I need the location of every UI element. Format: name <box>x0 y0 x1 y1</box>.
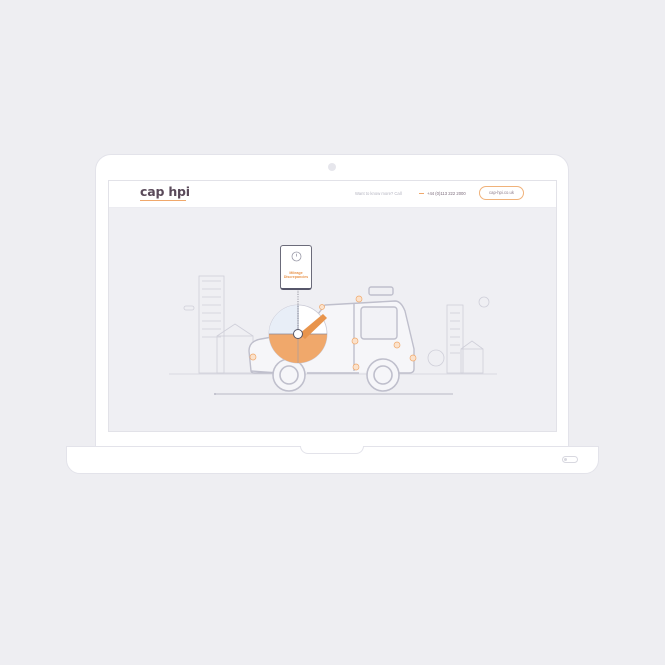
car-illustration <box>169 275 497 395</box>
city-skyline-right <box>427 296 490 374</box>
card-label: Mileage Discrepancies <box>281 271 311 280</box>
clock-icon <box>291 251 302 262</box>
webcam-icon <box>328 163 336 171</box>
switch-icon <box>562 456 578 463</box>
wheel-front <box>272 358 306 392</box>
trackpad-notch <box>300 446 364 454</box>
mileage-card: Mileage Discrepancies <box>280 245 312 290</box>
city-skyline-left <box>183 275 254 374</box>
wheel-rear <box>366 358 400 392</box>
laptop-screen: cap hpi Want to know more? Call +44 (0)1… <box>108 180 557 432</box>
card-label-line2: Discrepancies <box>283 275 309 280</box>
card-label-line1: Mileage <box>289 271 303 275</box>
odometer-dial <box>268 289 328 364</box>
